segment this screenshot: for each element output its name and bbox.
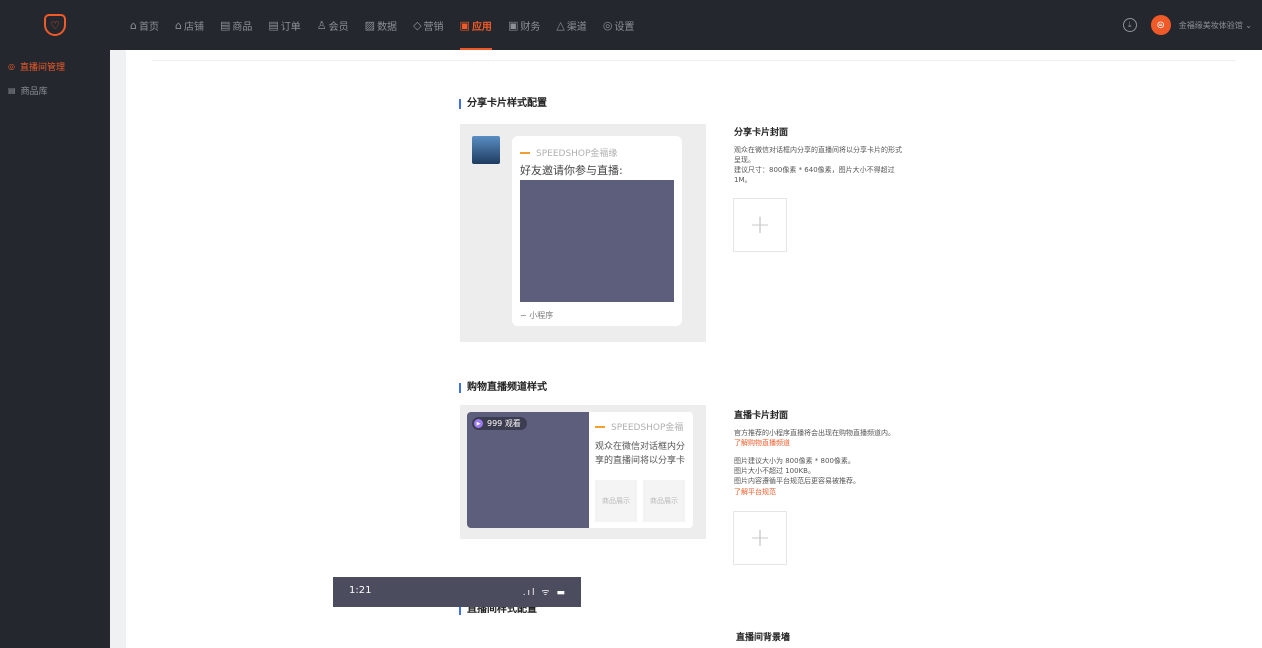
channel-card-text: 观众在微信对话框内分享的直播间将以分享卡	[595, 442, 686, 466]
channel-section-title: 购物直播频道样式	[459, 383, 547, 393]
share-cover-title: 分享卡片封面	[734, 128, 789, 138]
top-navbar: ♡ ⌂ 首页 ⌂ 店铺 ▤ 商品 ▤ 订单 ♙ 会员 ▨ 数据 ◇ 营销 ▣ 应用 ▣ 财务 △ 渠道 ◎ 设置 ⤓ ⊜ …	[0, 0, 1262, 50]
nav-icon: △	[556, 18, 565, 32]
nav-item-5[interactable]: ▨ 数据	[365, 0, 397, 50]
nav-icon: ◇	[413, 18, 422, 32]
room-background-title: 直播间背景墙	[736, 633, 791, 643]
sidebar-item-1[interactable]: ▤ 商品库	[0, 82, 110, 98]
nav-icon: ⌂	[174, 18, 182, 32]
nav-icon: ♙	[316, 18, 327, 32]
channel-card-preview: ▶ 999 观看 SPEEDSHOP金福 观众在微信对话框内分享的直播间将以分享卡…	[460, 405, 706, 539]
nav-icon: ▤	[219, 18, 231, 32]
download-icon[interactable]: ⤓	[1122, 18, 1137, 32]
nav-label: 数据	[377, 21, 398, 33]
live-icon: ▶	[474, 419, 483, 428]
share-card-image	[520, 180, 674, 302]
nav-label: 会员	[328, 21, 349, 33]
sidebar-item-label: 直播间管理	[19, 62, 65, 73]
nav-item-9[interactable]: △ 渠道	[556, 0, 586, 50]
nav-item-10[interactable]: ◎ 设置	[603, 0, 635, 50]
nav-label: 营销	[423, 21, 444, 33]
sidebar-icon: ▤	[8, 85, 16, 95]
sidebar-item-label: 商品库	[20, 86, 48, 97]
live-cover-title: 直播卡片封面	[734, 411, 789, 421]
live-cover-desc-1: 官方推荐的小程序直播将会出现在购物直播频道内。	[734, 429, 895, 437]
nav-item-2[interactable]: ▤ 商品	[220, 0, 252, 50]
mini-program-label: ∽ 小程序	[520, 311, 554, 320]
sidebar: ◎ 直播间管理 ▤ 商品库	[0, 50, 110, 648]
channel-card-image: ▶ 999 观看	[467, 412, 589, 528]
share-card: SPEEDSHOP金福缘 好友邀请你参与直播: ∽ 小程序	[512, 136, 682, 326]
viewer-count-badge: ▶ 999 观看	[472, 417, 527, 430]
nav-icon: ▣	[459, 18, 470, 32]
phone-preview: 1:21 .ıl ᯤ ▬	[333, 577, 581, 607]
nav-item-1[interactable]: ⌂ 店铺	[175, 0, 204, 50]
share-card-brand: SPEEDSHOP金福缘	[520, 146, 617, 159]
live-cover-desc-2: 图片建议大小为 800像素 * 800像素。 图片大小不超过 100KB。 图片…	[734, 457, 860, 485]
main-nav: ⌂ 首页 ⌂ 店铺 ▤ 商品 ▤ 订单 ♙ 会员 ▨ 数据 ◇ 营销 ▣ 应用 ▣ 财务 △ 渠道 ◎ 设置	[130, 0, 650, 50]
platform-rules-link[interactable]: 了解平台规范	[734, 487, 776, 497]
phone-time: 1:21	[349, 585, 372, 596]
live-cover-upload[interactable]: +	[733, 511, 787, 565]
channel-card-info: SPEEDSHOP金福 观众在微信对话框内分享的直播间将以分享卡 商品展示 商品…	[589, 412, 693, 528]
nav-label: 渠道	[566, 21, 587, 33]
nav-icon: ⌂	[130, 18, 137, 32]
nav-icon: ▤	[268, 18, 279, 32]
nav-item-3[interactable]: ▤ 订单	[268, 0, 300, 50]
share-cover-upload[interactable]: +	[733, 198, 787, 252]
nav-label: 设置	[614, 21, 635, 33]
brand-logo[interactable]: ♡	[0, 0, 110, 50]
nav-item-8[interactable]: ▣ 财务	[508, 0, 540, 50]
main-content: 分享卡片样式配置 SPEEDSHOP金福缘 好友邀请你参与直播: ∽ 小程序 分…	[126, 50, 1262, 648]
nav-item-4[interactable]: ♙ 会员	[317, 0, 349, 50]
share-card-preview: SPEEDSHOP金福缘 好友邀请你参与直播: ∽ 小程序	[460, 124, 706, 342]
shield-heart-icon: ♡	[44, 14, 66, 36]
divider	[152, 60, 1236, 61]
nav-label: 首页	[138, 21, 159, 33]
avatar-thumbnail	[472, 136, 500, 164]
product-placeholder-1: 商品展示	[595, 480, 637, 522]
nav-label: 店铺	[183, 21, 204, 33]
nav-label: 财务	[520, 21, 541, 33]
nav-item-7[interactable]: ▣ 应用	[459, 0, 493, 50]
share-section-title: 分享卡片样式配置	[459, 99, 547, 109]
nav-icon: ◎	[602, 18, 613, 32]
nav-icon: ▨	[364, 18, 376, 32]
share-cover-desc: 观众在微信对话框内分享的直播间将以分享卡片的形式 呈现。 建议尺寸：800像素 …	[734, 146, 902, 184]
nav-label: 订单	[280, 21, 301, 33]
nav-item-6[interactable]: ◇ 营销	[413, 0, 443, 50]
avatar[interactable]: ⊜	[1150, 15, 1171, 35]
phone-status-icons: .ıl ᯤ ▬	[522, 588, 567, 598]
user-area: ⤓ ⊜ 金福缘美妆体验馆 ⌄	[1122, 0, 1252, 50]
nav-label: 商品	[232, 21, 253, 33]
channel-help-link[interactable]: 了解购物直播频道	[734, 438, 790, 448]
sidebar-item-0[interactable]: ◎ 直播间管理	[0, 58, 110, 74]
nav-label: 应用	[471, 21, 492, 33]
channel-card-brand: SPEEDSHOP金福	[595, 420, 683, 433]
share-card-title: 好友邀请你参与直播:	[520, 164, 623, 177]
sidebar-icon: ◎	[8, 61, 15, 71]
user-name-dropdown[interactable]: 金福缘美妆体验馆 ⌄	[1179, 20, 1252, 31]
product-placeholder-2: 商品展示	[643, 480, 685, 522]
nav-item-0[interactable]: ⌂ 首页	[130, 0, 159, 50]
nav-icon: ▣	[507, 18, 519, 32]
